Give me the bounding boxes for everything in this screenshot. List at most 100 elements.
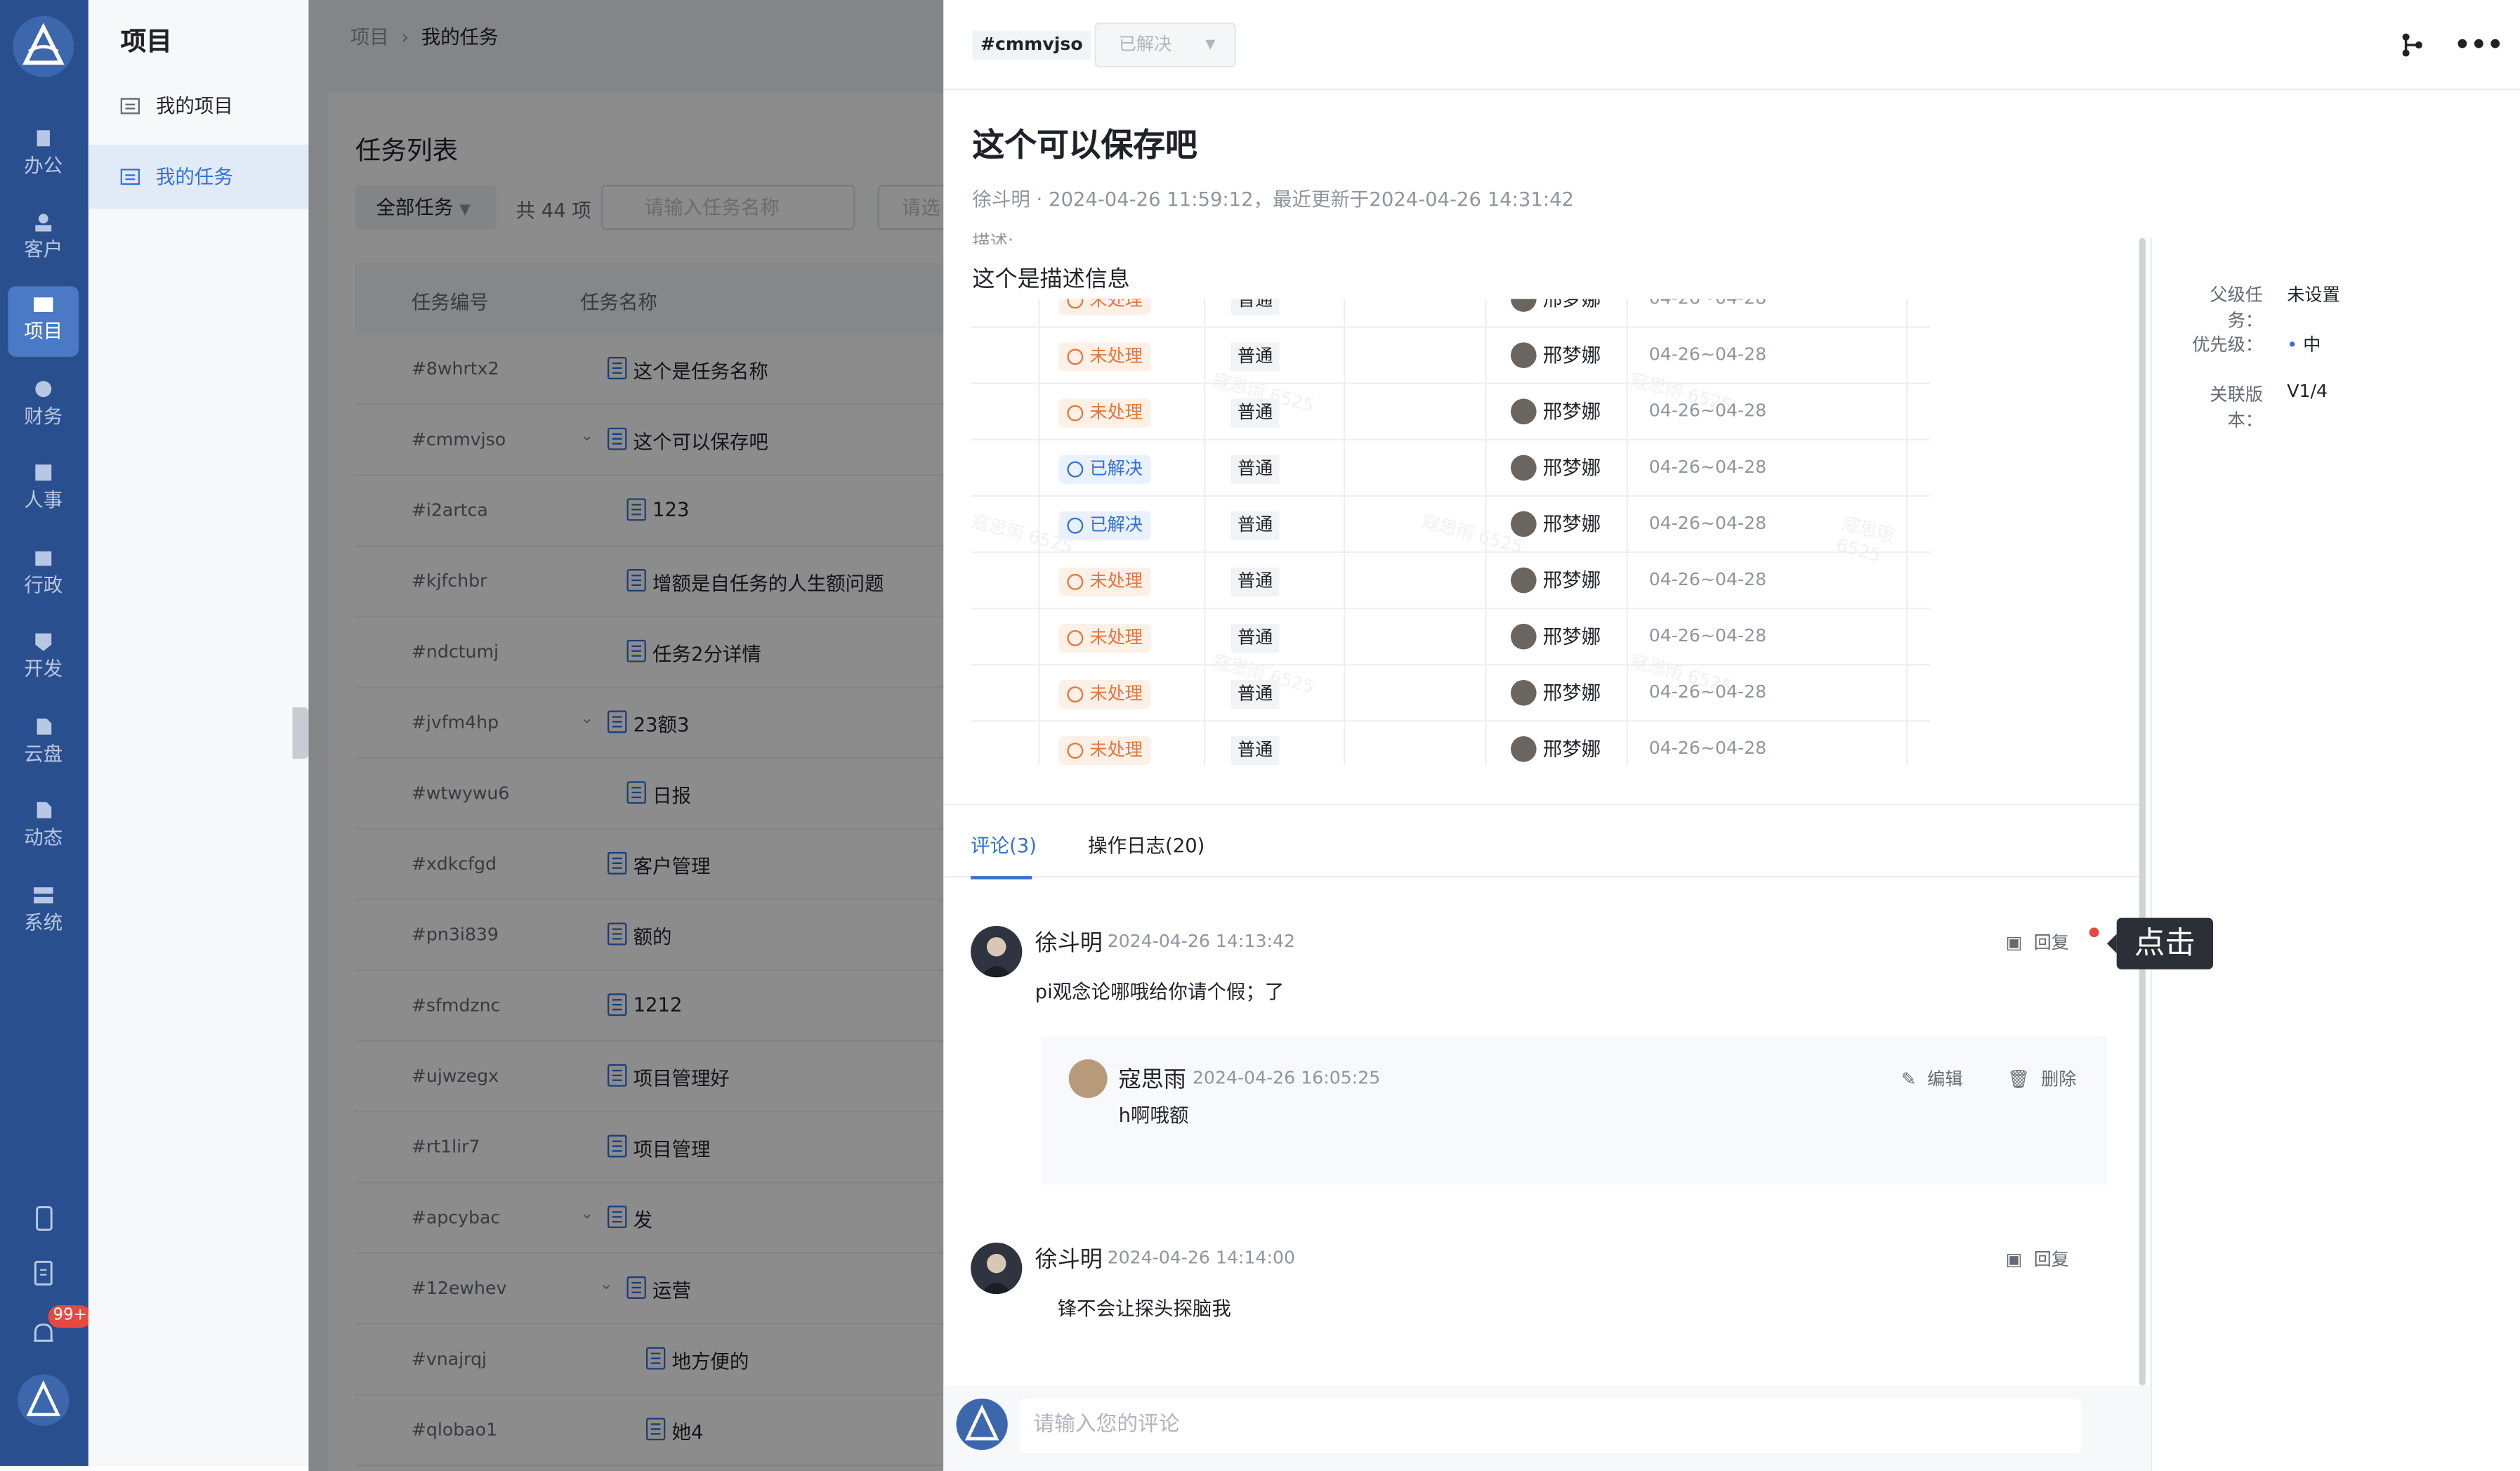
embedded-table-row: 未处理 普通 邢梦娜 04-26~04-28 bbox=[971, 299, 1931, 328]
task-properties: 父级任务： 未设置 优先级： • 中 关联版本： V1/4 bbox=[2150, 237, 2520, 1471]
assignee: 邢梦娜 bbox=[1511, 453, 1601, 481]
assignee: 邢梦娜 bbox=[1511, 622, 1601, 650]
date-range: 04-26~04-28 bbox=[1649, 299, 1766, 309]
reply-icon: ▣ bbox=[2005, 1249, 2023, 1270]
status-icon bbox=[1067, 461, 1084, 478]
version-value[interactable]: V1/4 bbox=[2287, 381, 2328, 402]
status-badge: 已解决 bbox=[1058, 455, 1151, 484]
prop-label: 关联版本： bbox=[2210, 384, 2263, 431]
nav-item-hr[interactable]: 人事 bbox=[8, 455, 79, 526]
level-badge: 普通 bbox=[1231, 623, 1280, 653]
status-select[interactable]: 已解决 ▼ bbox=[1094, 22, 1236, 68]
priority-dot-icon: • bbox=[2287, 334, 2298, 355]
sidebar-item-my-projects[interactable]: 我的项目 bbox=[88, 74, 308, 138]
avatar bbox=[1511, 679, 1537, 706]
status-icon bbox=[1067, 573, 1084, 590]
avatar bbox=[1511, 567, 1537, 594]
nav-item-feed[interactable]: 动态 bbox=[8, 792, 79, 863]
status-icon bbox=[1067, 743, 1084, 759]
level-badge: 普通 bbox=[1231, 398, 1280, 428]
app-logo[interactable] bbox=[13, 15, 74, 77]
nav-item-system[interactable]: 系统 bbox=[8, 877, 79, 948]
description-embedded-table: 寇思雨 6525 寇思雨 6525 寇思雨 6525 寇思雨 6525 寇思雨 … bbox=[971, 299, 1931, 766]
comment-body: 锋不会让探头探脑我 bbox=[1057, 1297, 1231, 1320]
list-icon bbox=[120, 169, 140, 185]
mobile-icon[interactable] bbox=[29, 1204, 58, 1233]
tab-comments[interactable]: 评论(3) bbox=[971, 831, 1037, 858]
priority-value[interactable]: • 中 bbox=[2287, 331, 2321, 357]
user-avatar[interactable] bbox=[18, 1374, 70, 1426]
assignee: 邢梦娜 bbox=[1511, 299, 1601, 312]
nav-item-dev[interactable]: 开发 bbox=[8, 624, 79, 695]
description-label: 描述: bbox=[972, 231, 1014, 244]
system-icon bbox=[34, 887, 53, 904]
customer-icon bbox=[35, 214, 52, 232]
avatar bbox=[1511, 736, 1537, 762]
edit-button[interactable]: ✎ 编辑 bbox=[1901, 1066, 1962, 1092]
more-icon[interactable]: ••• bbox=[2454, 29, 2503, 59]
drawer-header: #cmmvjso 已解决 ▼ ••• bbox=[943, 0, 2520, 91]
nav-item-admin[interactable]: 行政 bbox=[8, 540, 79, 611]
branch-icon[interactable] bbox=[2399, 32, 2425, 65]
avatar bbox=[1511, 623, 1537, 650]
level-badge: 普通 bbox=[1231, 455, 1280, 484]
sidebar-collapse-handle[interactable] bbox=[292, 707, 309, 759]
nav-item-project[interactable]: 项目 bbox=[8, 286, 79, 358]
embedded-table-row: 未处理 普通 邢梦娜 04-26~04-28 bbox=[971, 553, 1931, 610]
level-badge: 普通 bbox=[1231, 567, 1280, 596]
delete-button[interactable]: 🗑 删除 bbox=[2007, 1066, 2076, 1092]
finance-icon bbox=[35, 381, 52, 398]
cloud-icon bbox=[37, 718, 52, 735]
main-nav: 办公 客户 项目 财务 人事 行政 开发 云盘 动态 系统 99+ bbox=[0, 0, 92, 1466]
embedded-table-row: 未处理 普通 邢梦娜 04-26~04-28 bbox=[971, 721, 1930, 766]
level-badge: 普通 bbox=[1231, 511, 1280, 540]
tab-indicator bbox=[971, 876, 1032, 880]
status-icon bbox=[1067, 630, 1084, 646]
date-range: 04-26~04-28 bbox=[1648, 569, 1767, 590]
sidebar-title: 项目 bbox=[120, 25, 172, 57]
detail-scrollbar[interactable] bbox=[2139, 237, 2146, 1386]
comment-author: 徐斗明 bbox=[1035, 930, 1103, 957]
hr-icon bbox=[35, 464, 52, 481]
comment-body: h啊哦额 bbox=[1118, 1104, 1189, 1127]
comment-body: pi观念论哪哦给你请个假；了 bbox=[1035, 980, 1285, 1003]
nav-item-cloud[interactable]: 云盘 bbox=[8, 709, 79, 780]
status-badge: 未处理 bbox=[1058, 679, 1151, 710]
sidebar-item-my-tasks[interactable]: 我的任务 bbox=[88, 144, 309, 209]
date-range: 04-26~04-28 bbox=[1648, 738, 1767, 759]
status-badge: 未处理 bbox=[1058, 398, 1151, 428]
assignee: 邢梦娜 bbox=[1511, 341, 1601, 369]
click-indicator-dot bbox=[2089, 927, 2099, 938]
assignee: 邢梦娜 bbox=[1511, 509, 1601, 537]
embedded-table-row: 未处理 普通 邢梦娜 04-26~04-28 bbox=[971, 327, 1931, 384]
nav-item-finance[interactable]: 财务 bbox=[8, 372, 79, 443]
status-badge: 未处理 bbox=[1058, 299, 1151, 315]
nav-item-office[interactable]: 办公 bbox=[8, 121, 79, 192]
date-range: 04-26~04-28 bbox=[1648, 400, 1767, 421]
embedded-table-row: 未处理 普通 邢梦娜 04-26~04-28 bbox=[971, 384, 1931, 440]
assignee: 邢梦娜 bbox=[1511, 565, 1601, 594]
list-icon bbox=[120, 98, 140, 115]
parent-task-value[interactable]: 未设置 bbox=[2287, 281, 2340, 307]
comment-time: 2024-04-26 14:13:42 bbox=[1107, 930, 1295, 952]
avatar bbox=[1511, 398, 1537, 425]
status-badge: 未处理 bbox=[1058, 342, 1151, 372]
tab-logs[interactable]: 操作日志(20) bbox=[1088, 831, 1205, 858]
comment-author: 徐斗明 bbox=[1035, 1247, 1103, 1274]
nav-item-customer[interactable]: 客户 bbox=[8, 204, 79, 275]
feed-icon bbox=[37, 802, 52, 818]
comment-input[interactable]: 请输入您的评论 bbox=[1021, 1398, 2082, 1453]
admin-icon bbox=[35, 551, 52, 566]
date-range: 04-26~04-28 bbox=[1648, 512, 1767, 534]
date-range: 04-26~04-28 bbox=[1648, 456, 1767, 478]
level-badge: 普通 bbox=[1231, 679, 1280, 710]
comment-author: 寇思雨 bbox=[1118, 1067, 1186, 1094]
comment-time: 2024-04-26 16:05:25 bbox=[1192, 1067, 1381, 1089]
reply-button[interactable]: ▣ 回复 bbox=[2006, 929, 2069, 955]
status-badge: 未处理 bbox=[1058, 623, 1151, 653]
reply-icon: ▣ bbox=[2005, 932, 2023, 953]
reply-button[interactable]: ▣ 回复 bbox=[2006, 1246, 2069, 1271]
status-badge: 未处理 bbox=[1058, 567, 1151, 596]
notes-icon[interactable] bbox=[29, 1259, 58, 1288]
status-icon bbox=[1067, 299, 1084, 309]
